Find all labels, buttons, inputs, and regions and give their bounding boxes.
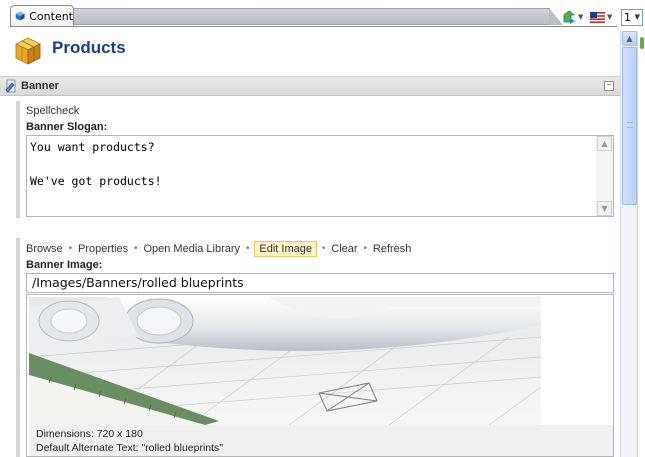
chevron-down-icon: ▼ [578, 13, 584, 21]
section-title: Banner [21, 80, 59, 92]
open-media-library-link[interactable]: Open Media Library [143, 243, 240, 255]
banner-slogan-label: Banner Slogan: [26, 121, 108, 133]
version-value: 1 [624, 11, 631, 24]
publish-icon [563, 10, 576, 24]
page-title: Products [52, 38, 126, 57]
scroll-up-icon[interactable]: ▲ [597, 136, 612, 151]
banner-image-thumbnail [29, 297, 541, 425]
refresh-link[interactable]: Refresh [373, 243, 412, 255]
textarea-scrollbar[interactable]: ▲ ▼ [596, 136, 613, 216]
image-field-toolbar: Browse • Properties • Open Media Library… [26, 241, 412, 257]
item-header: Products [0, 31, 620, 74]
right-edge-panel [637, 31, 645, 457]
field-rail [16, 238, 20, 457]
banner-image-path[interactable]: /Images/Banners/rolled blueprints [26, 273, 614, 293]
chevron-down-icon: ▼ [634, 13, 640, 21]
language-selector[interactable]: ▼ [590, 9, 612, 25]
scroll-down-icon[interactable]: ▼ [597, 201, 612, 216]
chevron-down-icon: ▼ [607, 13, 613, 21]
content-cube-icon [15, 11, 25, 21]
banner-image-preview: Dimensions: 720 x 180 Default Alternate … [26, 294, 614, 457]
collapse-icon[interactable]: – [604, 81, 614, 91]
scroll-up-icon[interactable]: ▲ [622, 31, 637, 46]
language-flag-icon [590, 11, 605, 23]
publish-button[interactable]: ▼ [562, 9, 583, 25]
image-dimensions: Dimensions: 720 x 180 [36, 428, 143, 440]
scrollbar-thumb[interactable] [622, 47, 637, 205]
tabstrip-divider [10, 26, 617, 27]
editor-scrollbar[interactable]: ▲ [620, 31, 637, 457]
status-indicator [640, 37, 644, 49]
banner-section-icon [5, 79, 16, 93]
banner-slogan-value[interactable]: You want products? We've got products! [30, 139, 162, 190]
editor-tabstrip: Content ▼ ▼ 1 ▼ [0, 0, 645, 31]
image-metadata: Dimensions: 720 x 180 Default Alternate … [29, 425, 613, 456]
banner-image-field: Browse • Properties • Open Media Library… [16, 238, 620, 457]
banner-section-header[interactable]: Banner – [0, 76, 620, 96]
image-alt-text: Default Alternate Text: "rolled blueprin… [36, 442, 224, 454]
tabstrip-fill [74, 8, 563, 25]
products-boxes-icon [15, 37, 41, 65]
browse-link[interactable]: Browse [26, 243, 63, 255]
properties-link[interactable]: Properties [78, 243, 128, 255]
banner-image-label: Banner Image: [26, 259, 103, 271]
banner-slogan-field: Spellcheck Banner Slogan: You want produ… [16, 101, 620, 218]
clear-link[interactable]: Clear [331, 243, 357, 255]
field-rail [16, 101, 20, 218]
spellcheck-link[interactable]: Spellcheck [26, 105, 79, 117]
tab-content-label: Content [29, 9, 73, 23]
edit-image-link[interactable]: Edit Image [254, 241, 317, 257]
banner-slogan-textarea[interactable]: You want products? We've got products! ▲… [26, 135, 614, 217]
tab-content[interactable]: Content [10, 5, 74, 26]
version-selector[interactable]: 1 ▼ [621, 9, 643, 26]
